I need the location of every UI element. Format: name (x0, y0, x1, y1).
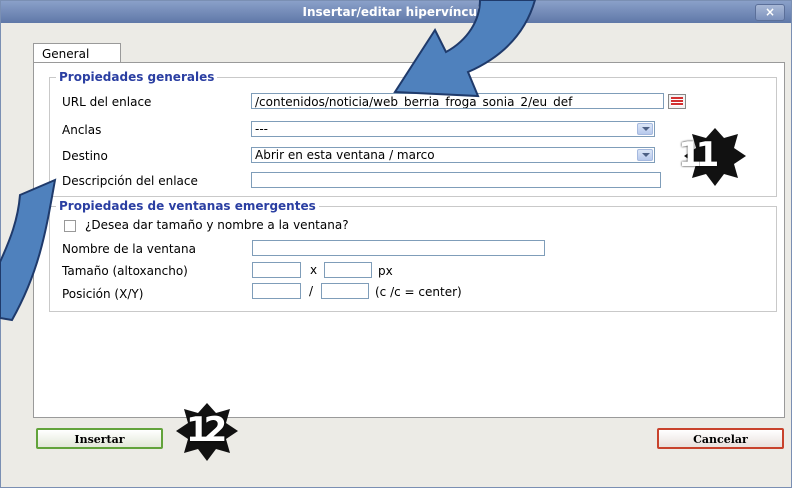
annotation-overlay (0, 0, 746, 461)
tutorial-arrow-top (393, 0, 537, 98)
step-number-11: 11 (678, 135, 719, 175)
step-number-12: 12 (186, 410, 227, 450)
tutorial-arrow-left (0, 178, 57, 322)
